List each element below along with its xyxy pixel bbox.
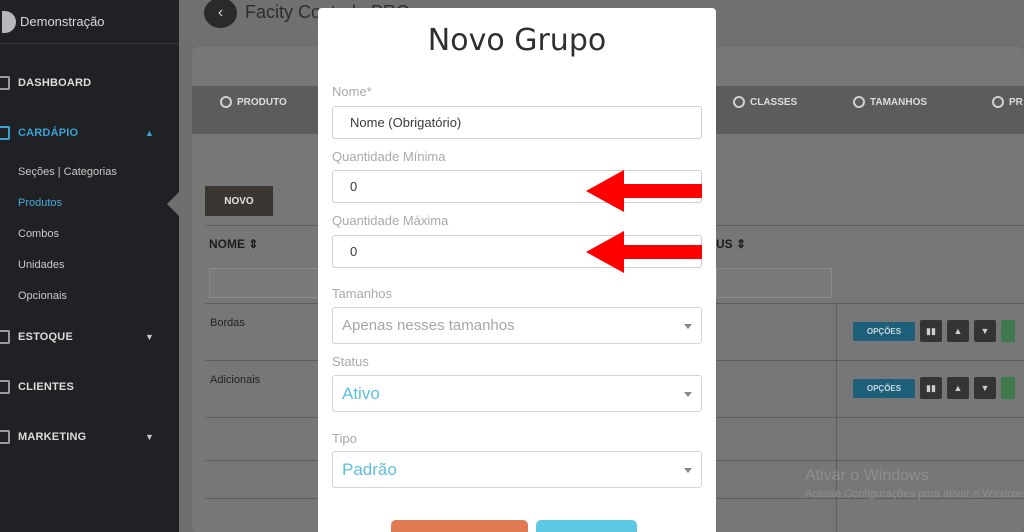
column-header-status[interactable]: US ⇕ <box>716 237 746 251</box>
chevron-up-icon[interactable]: ▲ <box>947 377 969 399</box>
tab-pr[interactable]: PR <box>992 96 1023 108</box>
filter-input-nome[interactable] <box>209 268 319 298</box>
save-button[interactable] <box>536 520 637 532</box>
pause-icon[interactable]: ▮▮ <box>920 320 942 342</box>
active-indicator <box>167 192 179 216</box>
filter-input-status[interactable] <box>716 268 832 298</box>
chevron-down-icon: ▼ <box>145 332 155 342</box>
user-icon <box>220 96 232 108</box>
tab-label: PR <box>1009 96 1023 108</box>
row-actions: OPÇÕES ▮▮ ▲ ▼ <box>853 320 1015 342</box>
options-button[interactable]: OPÇÕES <box>853 378 915 398</box>
tab-label: TAMANHOS <box>870 96 928 108</box>
sidebar: Demonstração DASHBOARD CARDÁPIO ▲ Seções… <box>0 0 179 532</box>
megaphone-icon <box>0 430 10 444</box>
sidebar-item-label: CLIENTES <box>18 381 74 393</box>
sidebar-item-label: CARDÁPIO <box>18 127 79 139</box>
tamanhos-select[interactable]: Apenas nesses tamanhos <box>332 307 702 344</box>
sidebar-item-estoque[interactable]: ESTOQUE ▼ <box>0 325 179 349</box>
menu-book-icon <box>0 126 10 140</box>
tab-label: PRODUTO <box>237 96 287 108</box>
tab-label: CLASSES <box>750 96 798 108</box>
sidebar-item-label: DASHBOARD <box>18 77 92 89</box>
tipo-label: Tipo <box>332 431 357 446</box>
tamanhos-placeholder: Apenas nesses tamanhos <box>342 317 515 334</box>
dashboard-icon <box>0 76 10 90</box>
gear-icon <box>733 96 745 108</box>
nome-label: Nome* <box>332 84 372 99</box>
sidebar-subitem-combos[interactable]: Combos <box>18 228 59 240</box>
box-icon <box>0 330 10 344</box>
status-label: Status <box>332 354 369 369</box>
caret-down-icon <box>684 392 692 397</box>
windows-watermark-title: Ativar o Windows <box>805 467 929 484</box>
tab-produto[interactable]: PRODUTO <box>220 96 287 108</box>
tipo-select[interactable]: Padrão <box>332 451 702 488</box>
table-row-name: Adicionais <box>210 374 261 386</box>
sidebar-subitem-secoes[interactable]: Seções | Categorias <box>18 166 117 178</box>
sidebar-subitem-produtos[interactable]: Produtos <box>18 197 62 209</box>
nome-input[interactable]: Nome (Obrigatório) <box>332 106 702 139</box>
edit-button[interactable] <box>1001 320 1015 342</box>
sidebar-item-marketing[interactable]: MARKETING ▼ <box>0 425 179 449</box>
chevron-down-icon[interactable]: ▼ <box>974 320 996 342</box>
caret-down-icon <box>684 324 692 329</box>
sidebar-item-label: ESTOQUE <box>18 331 73 343</box>
table-row-name: Bordas <box>210 317 245 329</box>
user-header[interactable]: Demonstração <box>0 0 179 44</box>
sidebar-item-label: MARKETING <box>18 431 87 443</box>
sidebar-item-clientes[interactable]: CLIENTES <box>0 375 179 399</box>
pause-icon[interactable]: ▮▮ <box>920 377 942 399</box>
sidebar-item-dashboard[interactable]: DASHBOARD <box>0 71 179 95</box>
modal-title: Novo Grupo <box>427 23 607 58</box>
user-name: Demonstração <box>20 14 105 29</box>
status-value: Ativo <box>342 383 380 403</box>
edit-button[interactable] <box>1001 377 1015 399</box>
chevron-up-icon[interactable]: ▲ <box>947 320 969 342</box>
column-header-nome[interactable]: NOME ⇕ <box>209 237 258 251</box>
avatar <box>2 10 16 33</box>
tab-classes[interactable]: CLASSES <box>733 96 797 108</box>
status-select[interactable]: Ativo <box>332 375 702 412</box>
chevron-down-icon: ▼ <box>145 432 155 442</box>
sidebar-subitem-opcionais[interactable]: Opcionais <box>18 290 67 302</box>
tamanhos-label: Tamanhos <box>332 286 392 301</box>
chevron-up-icon: ▲ <box>145 128 155 138</box>
quantidade-minima-label: Quantidade Mínima <box>332 149 446 164</box>
tipo-value: Padrão <box>342 459 397 479</box>
novo-button[interactable]: NOVO <box>205 186 273 216</box>
tab-tamanhos[interactable]: TAMANHOS <box>853 96 927 108</box>
red-arrow-annotation <box>586 231 702 273</box>
users-icon <box>0 380 10 394</box>
row-actions: OPÇÕES ▮▮ ▲ ▼ <box>853 377 1015 399</box>
cancel-button[interactable] <box>391 520 528 532</box>
windows-watermark-subtitle: Acesse Configurações para ativar o Windo… <box>805 488 1024 500</box>
gear-icon <box>853 96 865 108</box>
chevron-down-icon[interactable]: ▼ <box>974 377 996 399</box>
quantidade-maxima-label: Quantidade Máxima <box>332 213 449 228</box>
caret-down-icon <box>684 468 692 473</box>
red-arrow-annotation <box>586 170 702 212</box>
back-button[interactable]: ‹ <box>204 0 237 28</box>
map-pin-icon <box>992 96 1004 108</box>
sidebar-subitem-unidades[interactable]: Unidades <box>18 259 64 271</box>
options-button[interactable]: OPÇÕES <box>853 321 915 341</box>
sidebar-item-cardapio[interactable]: CARDÁPIO ▲ <box>0 121 179 145</box>
